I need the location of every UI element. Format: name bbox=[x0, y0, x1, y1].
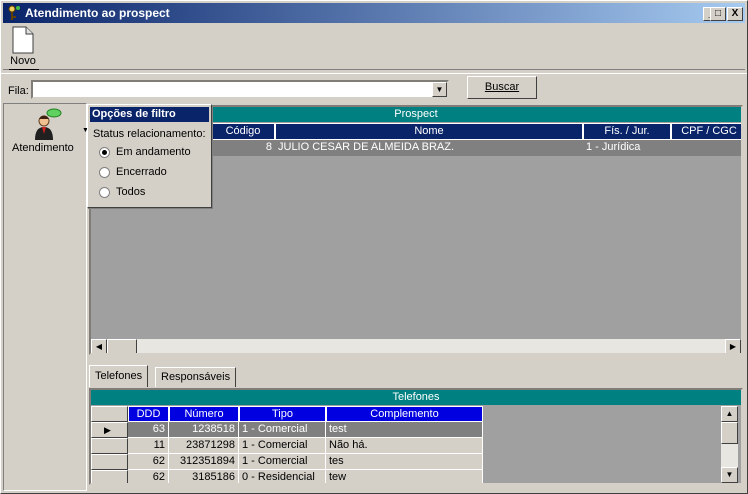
left-pane: Atendimento ▼ bbox=[3, 103, 89, 491]
toolbar: Novo bbox=[3, 24, 745, 70]
horizontal-scrollbar[interactable]: ◀ ▶ bbox=[91, 339, 741, 353]
cell-numero: 23871298 bbox=[169, 438, 239, 454]
radio-selected-dot bbox=[102, 150, 107, 155]
scroll-right-icon[interactable]: ▶ bbox=[725, 339, 741, 353]
column-header-ddd[interactable]: DDD bbox=[128, 406, 169, 422]
agent-chat-icon bbox=[35, 108, 62, 140]
prospect-cell-codigo[interactable]: 8 bbox=[211, 140, 275, 156]
radio-encerrado[interactable] bbox=[99, 167, 110, 178]
cell-tipo: 1 - Comercial bbox=[239, 422, 326, 438]
row-indicator-header bbox=[91, 406, 128, 422]
cell-ddd: 11 bbox=[128, 438, 169, 454]
prospect-cell-nome[interactable]: JULIO CESAR DE ALMEIDA BRAZ. bbox=[275, 140, 583, 156]
cell-ddd: 62 bbox=[128, 470, 169, 483]
tab-responsaveis[interactable]: Responsáveis bbox=[155, 367, 237, 387]
cell-ddd: 62 bbox=[128, 454, 169, 470]
cell-numero: 1238518 bbox=[169, 422, 239, 438]
column-header-codigo[interactable]: Código bbox=[211, 123, 275, 140]
maximize-icon: □ bbox=[714, 8, 722, 19]
column-header-complemento[interactable]: Complemento bbox=[326, 406, 483, 422]
cell-complemento: tew bbox=[326, 470, 483, 483]
fila-row: Fila: ▼ Buscar bbox=[1, 73, 747, 103]
cell-complemento: test bbox=[326, 422, 483, 438]
scroll-left-icon[interactable]: ◀ bbox=[91, 339, 107, 353]
scroll-up-icon[interactable]: ▲ bbox=[721, 406, 738, 422]
radio-em-andamento[interactable] bbox=[99, 147, 110, 158]
atendimento-label: Atendimento bbox=[12, 142, 74, 154]
title-bar[interactable]: Atendimento ao prospect _ □ X bbox=[3, 3, 745, 23]
column-header-numero[interactable]: Número bbox=[169, 406, 239, 422]
column-header-tipo[interactable]: Tipo bbox=[239, 406, 326, 422]
maximize-button[interactable]: □ bbox=[710, 7, 726, 21]
cell-tipo: 1 - Comercial bbox=[239, 438, 326, 454]
cell-ddd: 63 bbox=[128, 422, 169, 438]
column-header-cpf-cgc[interactable]: CPF / CGC bbox=[671, 123, 741, 140]
prospect-cell-cpf[interactable] bbox=[671, 140, 741, 156]
column-header-nome[interactable]: Nome bbox=[275, 123, 583, 140]
main-window: Atendimento ao prospect _ □ X Novo Fila:… bbox=[0, 0, 748, 494]
chevron-down-icon[interactable]: ▼ bbox=[432, 82, 447, 97]
column-header-fis-jur[interactable]: Fís. / Jur. bbox=[583, 123, 671, 140]
scroll-thumb[interactable] bbox=[721, 422, 738, 444]
status-label: Status relacionamento: bbox=[93, 128, 206, 140]
telefones-title: Telefones bbox=[91, 390, 741, 405]
radio-label-em-andamento[interactable]: Em andamento bbox=[116, 146, 191, 158]
current-row-icon: ▶ bbox=[91, 422, 128, 438]
radio-todos[interactable] bbox=[99, 187, 110, 198]
fila-select[interactable]: ▼ bbox=[31, 80, 449, 99]
cell-complemento: tes bbox=[326, 454, 483, 470]
window-title: Atendimento ao prospect bbox=[25, 6, 170, 20]
atendimento-button[interactable]: Atendimento ▼ bbox=[8, 105, 89, 159]
cell-numero: 3185186 bbox=[169, 470, 239, 483]
popup-title: Opções de filtro bbox=[90, 107, 209, 122]
novo-button[interactable]: Novo bbox=[7, 26, 39, 70]
tab-telefones[interactable]: Telefones bbox=[89, 365, 149, 387]
cell-tipo: 0 - Residencial bbox=[239, 470, 326, 483]
row-indicator bbox=[91, 438, 128, 454]
filter-options-popup: Opções de filtro Status relacionamento: … bbox=[87, 104, 212, 208]
row-indicator bbox=[91, 454, 128, 470]
buscar-label: Buscar bbox=[484, 81, 520, 93]
cell-tipo: 1 - Comercial bbox=[239, 454, 326, 470]
cell-numero: 312351894 bbox=[169, 454, 239, 470]
vertical-scrollbar[interactable]: ▲ ▼ bbox=[721, 406, 738, 483]
new-document-icon bbox=[12, 26, 34, 54]
scroll-thumb[interactable] bbox=[107, 339, 137, 353]
close-button[interactable]: X bbox=[727, 7, 743, 21]
novo-underline bbox=[9, 69, 39, 70]
radio-label-encerrado[interactable]: Encerrado bbox=[116, 166, 167, 178]
telefones-grid: Telefones DDD Número Tipo Complemento ▶ … bbox=[89, 388, 743, 485]
radio-label-todos[interactable]: Todos bbox=[116, 186, 145, 198]
novo-label: Novo bbox=[10, 55, 36, 67]
scroll-down-icon[interactable]: ▼ bbox=[721, 467, 738, 483]
cell-complemento: Não há. bbox=[326, 438, 483, 454]
prospect-cell-fis-jur[interactable]: 1 - Jurídica bbox=[583, 140, 671, 156]
row-indicator bbox=[91, 470, 128, 483]
buscar-button[interactable]: Buscar bbox=[467, 76, 537, 99]
app-icon bbox=[8, 5, 20, 20]
fila-label: Fila: bbox=[8, 85, 29, 97]
